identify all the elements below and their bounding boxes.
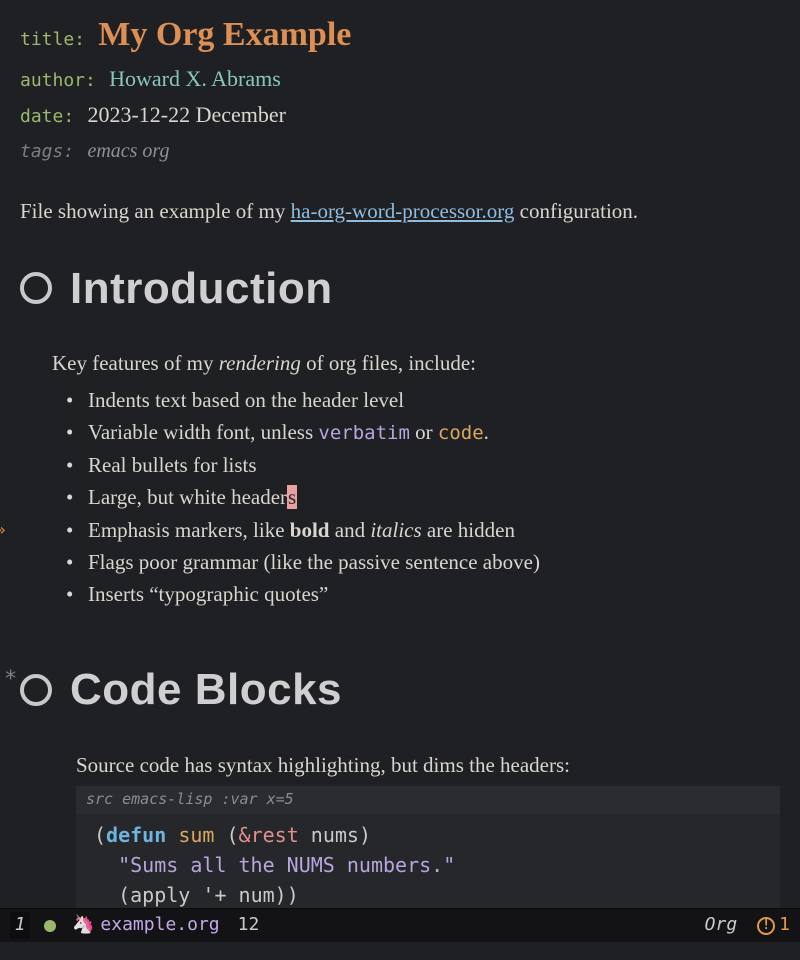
- list-text: are hidden: [422, 518, 515, 542]
- code-token-string: "Sums all the NUMS numbers.": [118, 853, 455, 877]
- editor-buffer[interactable]: title: My Org Example author: Howard X. …: [0, 0, 800, 948]
- code-token: [166, 823, 178, 847]
- meta-date-line: date: 2023-12-22 December: [20, 99, 780, 131]
- code-token-function: sum: [178, 823, 214, 847]
- document-tags: emacs org: [87, 140, 169, 162]
- meta-author-line: author: Howard X. Abrams: [20, 63, 780, 95]
- list-text: Emphasis markers, like: [88, 518, 290, 542]
- list-text: Large, but white header: [88, 485, 287, 509]
- features-lead: Key features of my rendering of org file…: [52, 348, 780, 378]
- source-block-body[interactable]: (defun sum (&rest nums) "Sums all the NU…: [76, 814, 780, 920]
- list-item: Inserts “typographic quotes”: [66, 579, 780, 609]
- list-item: Variable width font, unless verbatim or …: [66, 417, 780, 448]
- circle-bullet-icon: [20, 674, 52, 706]
- heading-code-blocks: Code Blocks: [70, 658, 342, 722]
- config-link[interactable]: ha-org-word-processor.org: [291, 199, 515, 223]
- code-token: [214, 823, 226, 847]
- modified-indicator-icon: [44, 920, 56, 932]
- lead-after: of org files, include:: [301, 351, 476, 375]
- code-lead: Source code has syntax highlighting, but…: [76, 750, 780, 780]
- code-token: [299, 823, 311, 847]
- code-token: (: [118, 883, 130, 907]
- warning-symbol: !: [762, 919, 770, 932]
- meta-tags-line: tags: emacs org: [20, 135, 780, 166]
- src-label: src: [86, 790, 113, 808]
- list-text: Flags poor grammar (like the passive sen…: [88, 550, 540, 574]
- modeline-line-number: 12: [238, 912, 260, 938]
- code-token-var: num: [239, 883, 275, 907]
- intro-paragraph: File showing an example of my ha-org-wor…: [20, 196, 780, 226]
- heading-introduction: Introduction: [70, 257, 333, 321]
- code-token-type: &rest: [239, 823, 299, 847]
- list-item: » Emphasis markers, like bold and italic…: [66, 515, 780, 545]
- lead-before: Key features of my: [52, 351, 219, 375]
- src-lang-args: emacs-lisp :var x=5: [113, 790, 294, 808]
- list-item: Indents text based on the header level: [66, 385, 780, 415]
- introduction-body: Key features of my rendering of org file…: [52, 348, 780, 610]
- meta-key-date: date:: [20, 106, 74, 127]
- code-text: code: [438, 422, 484, 444]
- verbatim-text: verbatim: [318, 422, 410, 444]
- modeline-warning-count: 1: [779, 912, 790, 938]
- warning-icon[interactable]: !: [757, 917, 775, 935]
- code-token: apply: [130, 883, 190, 907]
- modeline-filename[interactable]: example.org: [100, 912, 219, 938]
- code-token: ): [359, 823, 371, 847]
- list-text: Variable width font, unless: [88, 420, 318, 444]
- intro-text-after: configuration.: [514, 199, 638, 223]
- source-block-header: src emacs-lisp :var x=5: [76, 786, 780, 814]
- meta-key-title: title:: [20, 29, 85, 50]
- code-token: (: [94, 823, 106, 847]
- code-token: (: [226, 823, 238, 847]
- code-blocks-body: Source code has syntax highlighting, but…: [76, 750, 780, 780]
- code-token-var: nums: [311, 823, 359, 847]
- code-token: '+: [202, 883, 226, 907]
- code-token: [190, 883, 202, 907]
- intro-text-before: File showing an example of my: [20, 199, 291, 223]
- heading-row-introduction[interactable]: Introduction: [20, 257, 780, 321]
- code-token: )): [275, 883, 299, 907]
- list-text: and: [330, 518, 371, 542]
- list-text: Inserts “typographic quotes”: [88, 582, 328, 606]
- heading-row-code-blocks[interactable]: Code Blocks: [20, 658, 780, 722]
- code-token-keyword: defun: [106, 823, 166, 847]
- list-item: Flags poor grammar (like the passive sen…: [66, 547, 780, 577]
- cursor-position: s: [287, 485, 297, 509]
- list-item: Real bullets for lists: [66, 450, 780, 480]
- meta-key-tags: tags:: [20, 141, 74, 162]
- unicorn-icon: 🦄: [72, 912, 94, 938]
- list-text: or: [410, 420, 438, 444]
- list-text: Indents text based on the header level: [88, 388, 404, 412]
- section-code-blocks: Code Blocks Source code has syntax highl…: [20, 658, 780, 948]
- italic-text: italics: [370, 518, 421, 542]
- list-text: .: [484, 420, 489, 444]
- lead-emphasis: rendering: [219, 351, 301, 375]
- list-item: Large, but white headers: [66, 482, 780, 512]
- list-text: Real bullets for lists: [88, 453, 257, 477]
- section-introduction: Introduction Key features of my renderin…: [20, 257, 780, 610]
- code-token: [227, 883, 239, 907]
- minibuffer[interactable]: [0, 942, 800, 960]
- document-author: Howard X. Abrams: [109, 66, 281, 91]
- mode-line[interactable]: 1 🦄 example.org 12 Org ! 1: [0, 908, 800, 942]
- meta-title-line: title: My Org Example: [20, 10, 780, 59]
- fringe-marker-icon: »: [0, 518, 6, 541]
- modeline-major-mode[interactable]: Org: [705, 912, 738, 938]
- bold-text: bold: [290, 518, 330, 542]
- document-title: My Org Example: [98, 16, 351, 53]
- meta-key-author: author:: [20, 70, 96, 91]
- features-list: Indents text based on the header level V…: [66, 385, 780, 610]
- document-date: 2023-12-22 December: [87, 102, 286, 127]
- modeline-window-number: 1: [10, 912, 30, 938]
- circle-bullet-icon: [20, 272, 52, 304]
